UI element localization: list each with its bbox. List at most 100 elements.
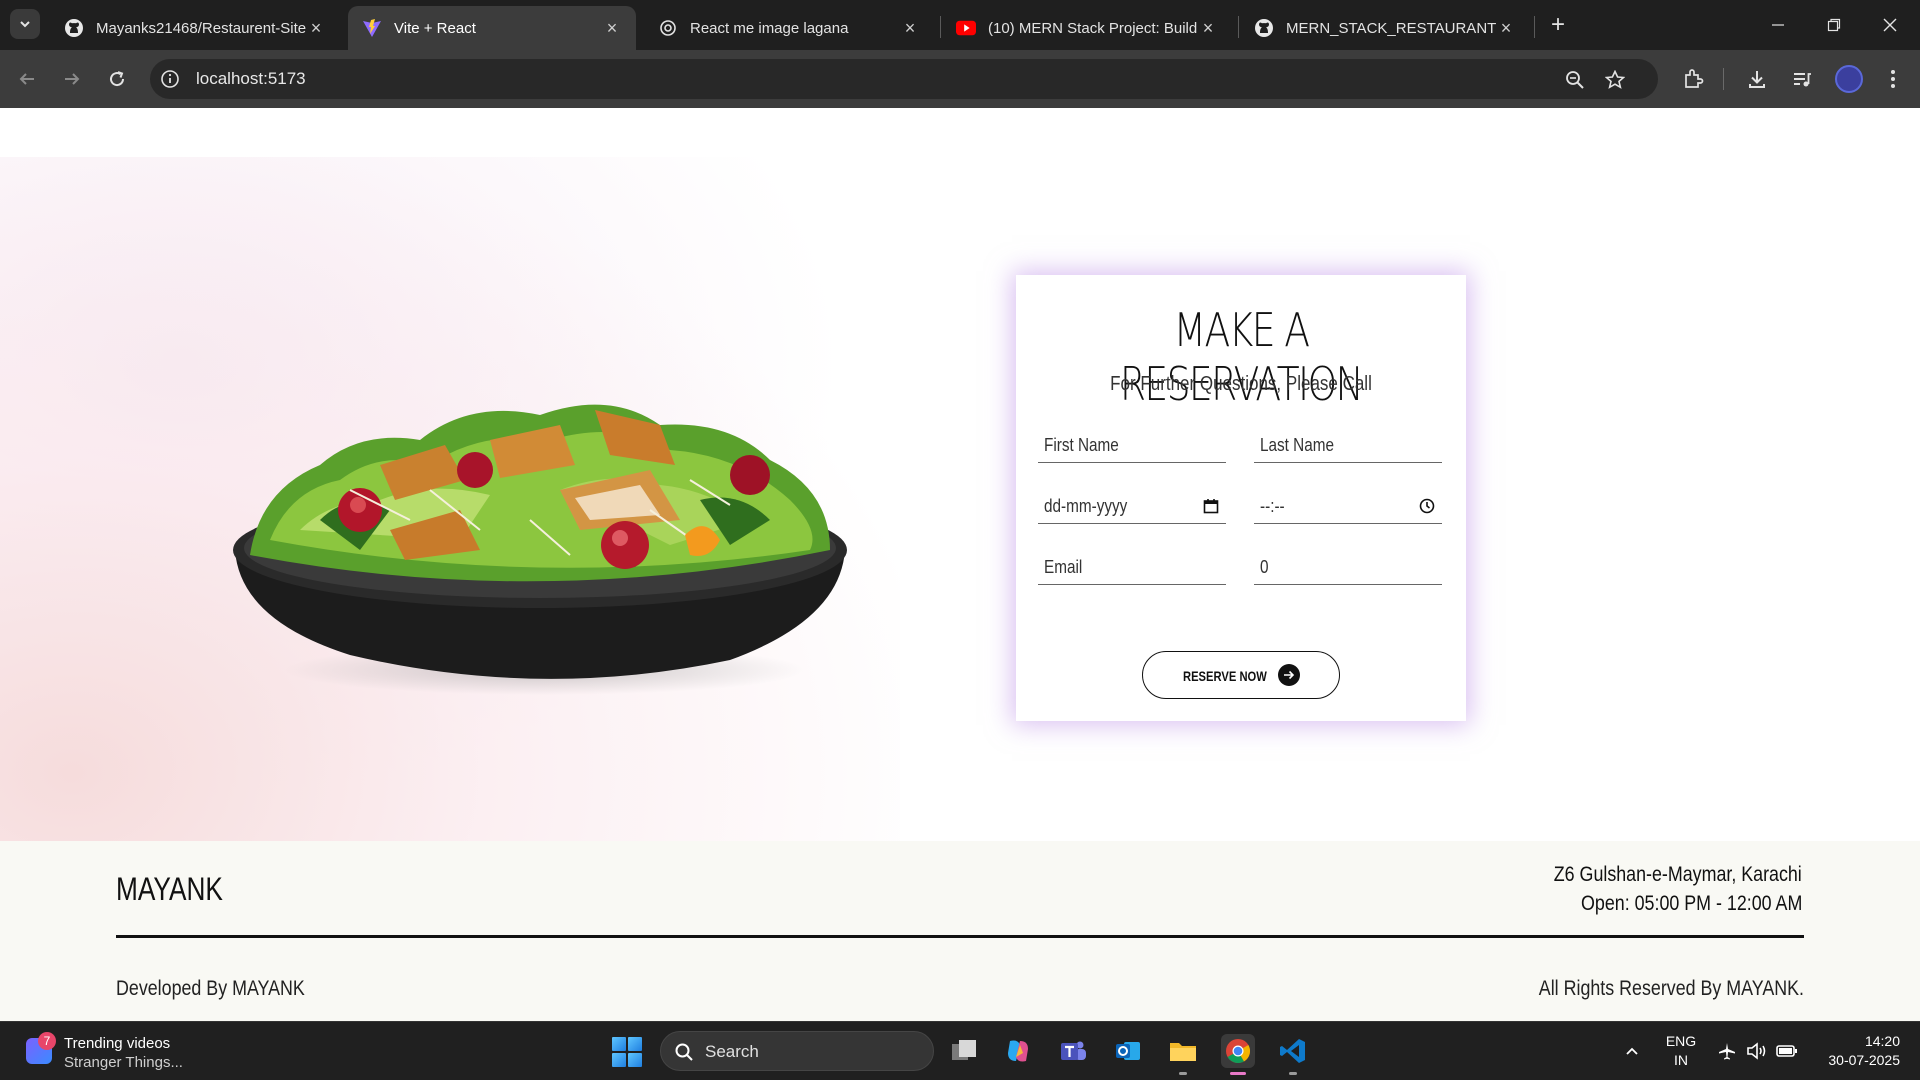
clock-icon[interactable] <box>1418 497 1436 515</box>
date-input[interactable]: dd-mm-yyyy <box>1038 488 1226 524</box>
github-icon <box>64 18 84 38</box>
footer-address: Z6 Gulshan-e-Maymar, Karachi <box>1553 863 1802 886</box>
taskbar-search[interactable]: Search <box>660 1031 934 1071</box>
bookmark-star-icon[interactable] <box>1604 69 1626 91</box>
running-indicator <box>1179 1072 1187 1075</box>
close-icon[interactable]: × <box>306 18 326 38</box>
calendar-icon[interactable] <box>1202 497 1220 515</box>
close-icon[interactable]: × <box>1198 18 1218 38</box>
running-indicator <box>1289 1072 1297 1075</box>
tab-github-restaurent-site[interactable]: Mayanks21468/Restaurent-Site × <box>50 6 340 50</box>
media-control-icon[interactable] <box>1789 66 1815 92</box>
tab-vite-react[interactable]: Vite + React × <box>348 6 636 50</box>
last-name-placeholder: Last Name <box>1260 435 1334 455</box>
footer-brand: MAYANK <box>116 871 223 907</box>
vscode-icon[interactable] <box>1276 1034 1310 1075</box>
zoom-icon[interactable] <box>1564 69 1586 91</box>
arrow-right-icon <box>1278 664 1300 686</box>
clock-time: 14:20 <box>1864 1033 1900 1049</box>
close-icon[interactable]: × <box>602 18 622 38</box>
windows-taskbar: 7 Trending videos Stranger Things... Sea… <box>0 1021 1920 1080</box>
download-icon[interactable] <box>1744 66 1770 92</box>
widget-title: Trending videos <box>64 1035 171 1052</box>
search-icon <box>673 1041 695 1063</box>
copilot-icon[interactable] <box>1001 1034 1035 1068</box>
system-clock[interactable]: 14:20 30-07-2025 <box>1812 1032 1900 1070</box>
tab-separator <box>940 16 941 38</box>
new-tab-button[interactable]: + <box>1544 12 1572 40</box>
outlook-icon[interactable] <box>1111 1034 1145 1068</box>
tab-youtube-mern[interactable]: (10) MERN Stack Project: Build a × <box>942 6 1232 50</box>
clock-date: 30-07-2025 <box>1828 1052 1900 1068</box>
windows-start-icon[interactable] <box>612 1037 642 1067</box>
date-placeholder: dd-mm-yyyy <box>1044 496 1128 516</box>
language-code: ENG <box>1665 1033 1697 1049</box>
youtube-icon <box>956 18 976 38</box>
reservation-subtitle: For Further Questions, Please Call <box>1110 373 1372 395</box>
tab-title: Vite + React <box>394 19 476 37</box>
chevron-up-icon[interactable] <box>1620 1039 1644 1063</box>
restore-icon <box>1827 18 1841 32</box>
window-close-button[interactable] <box>1870 8 1910 42</box>
extensions-icon[interactable] <box>1680 66 1706 92</box>
airplane-mode-icon[interactable] <box>1715 1039 1739 1063</box>
phone-input[interactable]: 0 <box>1254 549 1442 585</box>
tab-title: Mayanks21468/Restaurent-Site <box>96 19 306 37</box>
battery-icon[interactable] <box>1775 1039 1799 1063</box>
reload-icon <box>110 71 125 87</box>
url-text: localhost:5173 <box>196 69 306 88</box>
close-icon[interactable]: × <box>900 18 920 38</box>
browser-tabstrip: Mayanks21468/Restaurent-Site × Vite + Re… <box>0 0 1920 50</box>
chevron-down-icon <box>20 21 30 28</box>
reserve-now-label: RESERVE NOW <box>1183 668 1267 684</box>
language-indicator[interactable]: ENG IN <box>1664 1032 1698 1070</box>
close-icon[interactable]: × <box>1496 18 1516 38</box>
forward-button[interactable] <box>57 64 87 94</box>
tab-github-mern-restaurant[interactable]: MERN_STACK_RESTAURANT_RE × <box>1240 6 1530 50</box>
tab-search-button[interactable] <box>10 9 40 39</box>
volume-icon[interactable] <box>1745 1039 1769 1063</box>
minimize-icon <box>1772 24 1784 26</box>
footer-hours: Open: 05:00 PM - 12:00 AM <box>1580 892 1802 915</box>
address-bar[interactable]: localhost:5173 <box>150 59 1658 99</box>
tab-title: React me image lagana <box>690 19 849 37</box>
tab-separator <box>1534 16 1535 38</box>
github-icon <box>1254 18 1274 38</box>
footer-developed-by: Developed By MAYANK <box>116 977 305 1000</box>
time-placeholder: --:-- <box>1260 496 1285 516</box>
email-input[interactable]: Email <box>1038 549 1226 585</box>
file-explorer-icon[interactable] <box>1166 1034 1200 1075</box>
site-info-icon[interactable] <box>160 69 180 89</box>
tab-separator <box>1238 16 1239 38</box>
toolbar-divider <box>1723 68 1724 90</box>
minimize-button[interactable] <box>1758 8 1798 42</box>
last-name-input[interactable]: Last Name <box>1254 427 1442 463</box>
search-label: Search <box>705 1042 759 1061</box>
arrow-left-icon <box>19 73 34 85</box>
restore-button[interactable] <box>1814 8 1854 42</box>
reservation-form-card: MAKE A RESERVATION For Further Questions… <box>1016 275 1466 721</box>
widgets-button[interactable]: 7 Trending videos Stranger Things... <box>24 1032 224 1072</box>
footer-divider <box>116 935 1804 938</box>
tab-title: (10) MERN Stack Project: Build a <box>988 19 1198 37</box>
web-page: MAKE A RESERVATION For Further Questions… <box>0 108 1920 1021</box>
menu-kebab-icon[interactable] <box>1880 66 1906 92</box>
teams-icon[interactable] <box>1056 1034 1090 1068</box>
first-name-placeholder: First Name <box>1044 435 1119 455</box>
chatgpt-icon <box>658 18 678 38</box>
widget-subtitle: Stranger Things... <box>64 1054 183 1071</box>
active-indicator <box>1230 1072 1246 1075</box>
browser-toolbar: localhost:5173 <box>0 50 1920 108</box>
email-placeholder: Email <box>1044 557 1083 577</box>
reserve-now-button[interactable]: RESERVE NOW <box>1142 651 1340 699</box>
first-name-input[interactable]: First Name <box>1038 427 1226 463</box>
chrome-icon[interactable] <box>1221 1034 1255 1075</box>
tab-react-me-image[interactable]: React me image lagana × <box>644 6 934 50</box>
profile-avatar[interactable] <box>1835 65 1863 93</box>
reload-button[interactable] <box>102 64 132 94</box>
task-view-icon[interactable] <box>947 1034 981 1068</box>
back-button[interactable] <box>12 64 42 94</box>
time-input[interactable]: --:-- <box>1254 488 1442 524</box>
salad-bowl-image <box>233 404 847 695</box>
language-region: IN <box>1674 1052 1688 1068</box>
